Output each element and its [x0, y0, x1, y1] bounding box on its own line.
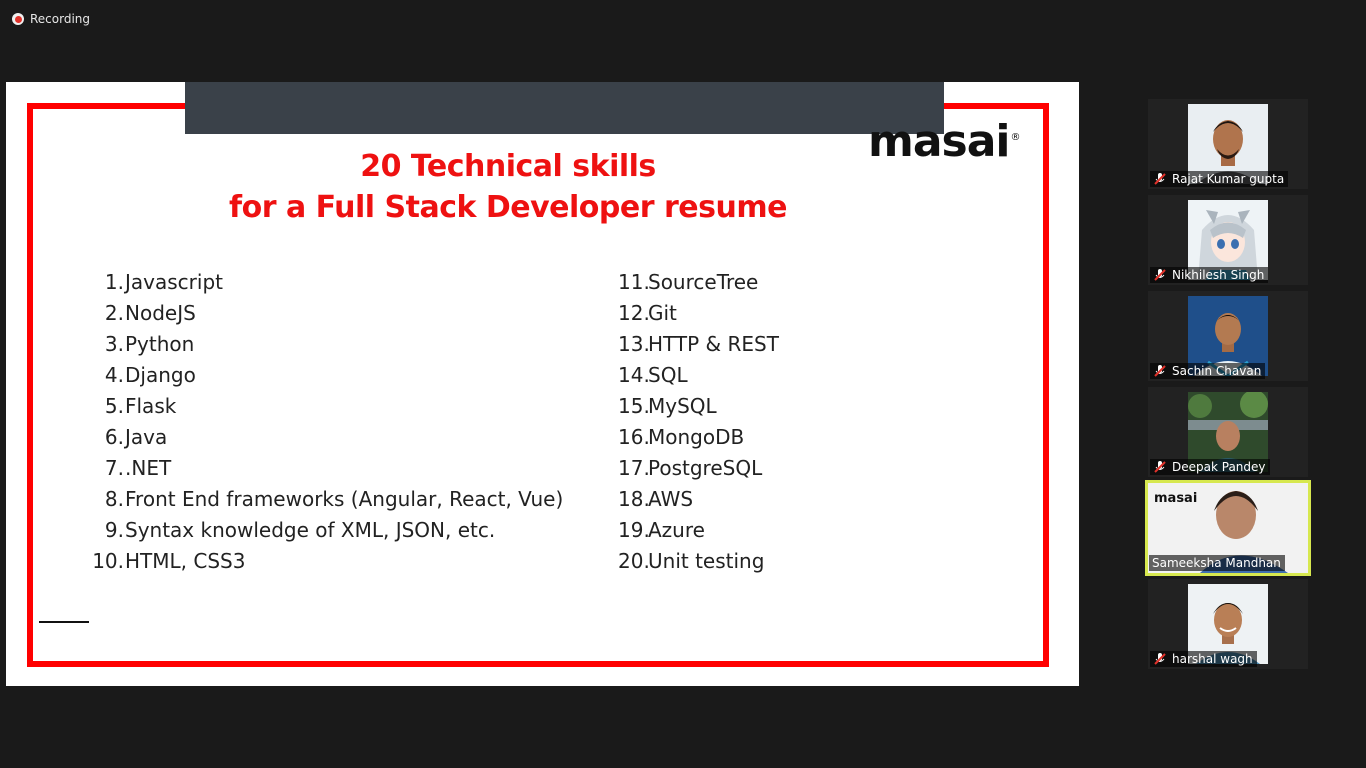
participant-tile[interactable]: Sachin Chavan [1148, 291, 1308, 381]
participant-name-bar: Deepak Pandey [1150, 459, 1270, 475]
list-item: 19. Azure [618, 518, 705, 542]
participant-tile[interactable]: harshal wagh [1148, 579, 1308, 669]
list-item: 16. MongoDB [618, 425, 745, 449]
mic-muted-icon [1154, 365, 1166, 377]
list-item: 8. Front End frameworks (Angular, React, … [104, 487, 564, 511]
list-item: 6. Java [104, 425, 168, 449]
list-item: 20. Unit testing [618, 549, 765, 573]
slide-top-bar [185, 82, 944, 134]
mic-muted-icon [1154, 269, 1166, 281]
participant-name: Sameeksha Mandhan [1152, 556, 1281, 570]
participant-name: Sachin Chavan [1172, 364, 1262, 378]
participant-name-bar: Sachin Chavan [1150, 363, 1266, 379]
list-item: 18. AWS [618, 487, 694, 511]
masai-logo: masai® [868, 116, 1021, 167]
participant-tile[interactable]: Rajat Kumar gupta [1148, 99, 1308, 189]
recording-label: Recording [30, 12, 91, 26]
slide-title-line2: for a Full Stack Developer resume [229, 190, 787, 225]
list-item: 3. Python [104, 332, 195, 356]
list-item: 4. Django [104, 363, 196, 387]
list-item: 12. Git [618, 301, 677, 325]
record-icon [12, 13, 24, 25]
list-item: 9. Syntax knowledge of XML, JSON, etc. [104, 518, 496, 542]
mic-muted-icon [1154, 653, 1166, 665]
slide-title-line1: 20 Technical skills [360, 149, 656, 184]
skills-list-right: 11. SourceTree 12. Git 13. HTTP & REST 14. S… [618, 267, 779, 577]
list-item: 7. .NET [104, 456, 172, 480]
participant-tile[interactable]: Nikhilesh Singh [1148, 195, 1308, 285]
slide-title: 20 Technical skills for a Full Stack Dev… [126, 146, 890, 228]
masai-tile-logo: masai [1154, 491, 1198, 506]
list-item: 5. Flask [104, 394, 177, 418]
participant-name: Rajat Kumar gupta [1172, 172, 1285, 186]
participant-name-bar: Nikhilesh Singh [1150, 267, 1269, 283]
list-item: 11. SourceTree [618, 270, 759, 294]
recording-indicator[interactable]: Recording [12, 12, 90, 26]
participant-name-bar: Rajat Kumar gupta [1150, 171, 1289, 187]
participant-name-bar: harshal wagh [1150, 651, 1257, 667]
participant-name: Nikhilesh Singh [1172, 268, 1265, 282]
participant-tile[interactable]: Deepak Pandey [1148, 387, 1308, 477]
participant-name: harshal wagh [1172, 652, 1253, 666]
list-item: 17. PostgreSQL [618, 456, 763, 480]
mic-muted-icon [1154, 461, 1166, 473]
participant-name: Deepak Pandey [1172, 460, 1266, 474]
skills-list-left: 1. Javascript 2. NodeJS 3. Python 4. Django … [92, 267, 563, 577]
list-item: 14. SQL [618, 363, 688, 387]
list-item: 1. Javascript [104, 270, 223, 294]
list-item: 10. HTML, CSS3 [92, 549, 246, 573]
slide-divider [39, 621, 89, 623]
list-item: 15. MySQL [618, 394, 717, 418]
shared-screen-slide: masai® 20 Technical skills for a Full St… [6, 82, 1079, 686]
mic-muted-icon [1154, 173, 1166, 185]
list-item: 2. NodeJS [104, 301, 196, 325]
active-speaker-tile[interactable]: masai Sameeksha Mandhan [1145, 480, 1311, 576]
list-item: 13. HTTP & REST [618, 332, 779, 356]
participant-name-bar: Sameeksha Mandhan [1149, 555, 1285, 571]
